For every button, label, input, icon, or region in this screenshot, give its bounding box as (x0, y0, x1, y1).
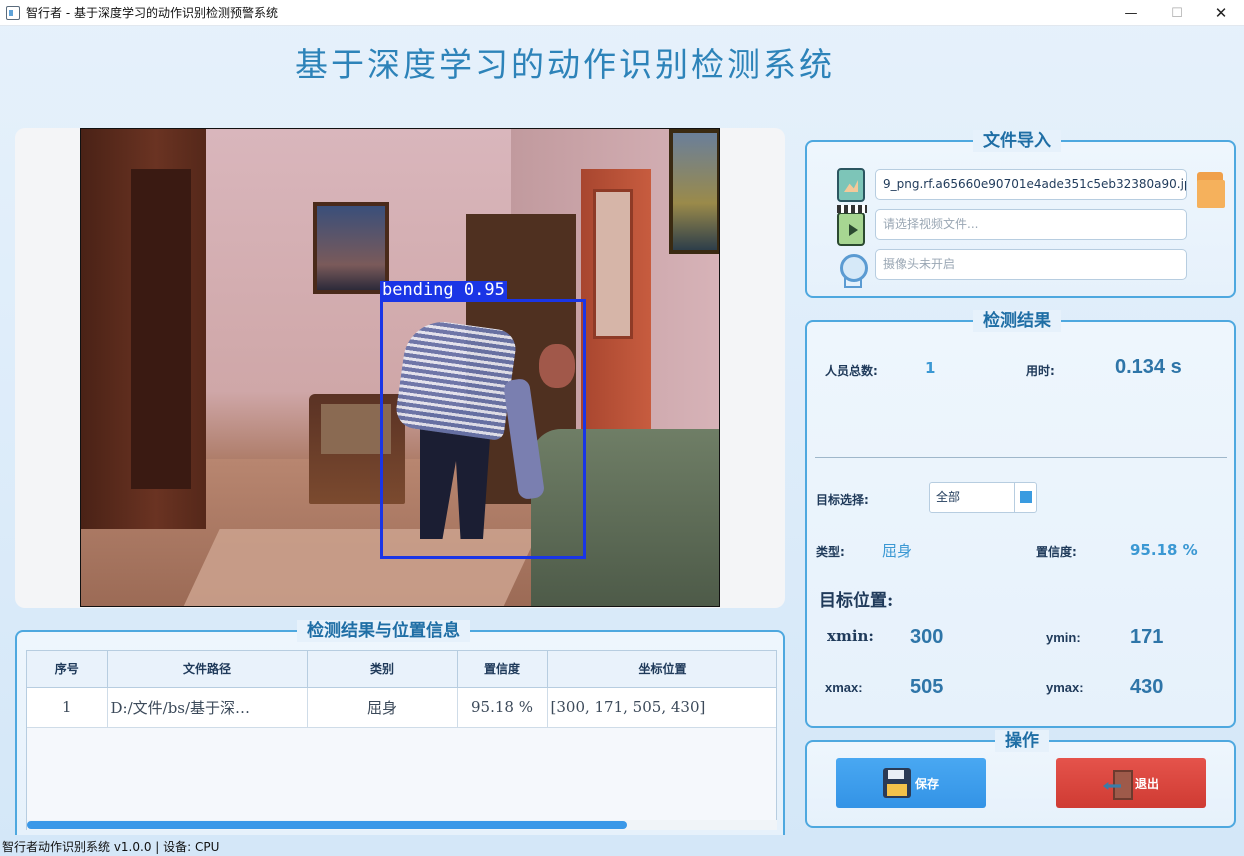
operations-group: 操作 保存 退出 (805, 730, 1236, 828)
bookshelf (81, 129, 206, 529)
total-count-label: 人员总数: (825, 364, 878, 378)
cell-file-path[interactable]: D:/文件/bs/基于深… (107, 687, 308, 728)
save-button[interactable]: 保存 (836, 758, 986, 808)
results-table[interactable]: 序号 文件路径 类别 置信度 坐标位置 1 D:/文件/bs/基于深… 屈身 9… (26, 650, 777, 830)
time-label: 用时: (1026, 364, 1055, 378)
cell-index[interactable]: 1 (27, 687, 108, 728)
maximize-button[interactable]: ☐ (1154, 0, 1200, 26)
detection-results-group: 检测结果 人员总数: 1 用时: 0.134 s 目标选择: 全部 类型: 屈身… (805, 310, 1236, 728)
video-icon[interactable] (837, 205, 867, 246)
confidence-value: 95.18 % (1130, 541, 1198, 559)
exit-button-label: 退出 (1134, 776, 1159, 791)
detection-label: bending 0.95 (380, 280, 507, 300)
type-label: 类型: (816, 545, 845, 559)
time-value: 0.134 s (1115, 356, 1182, 378)
detection-bounding-box (380, 299, 586, 559)
ymax-label: ymax: (1046, 680, 1084, 695)
app-title: 基于深度学习的动作识别检测系统 (295, 45, 835, 84)
xmax-label: xmax: (825, 680, 863, 695)
file-import-group: 文件导入 9_png.rf.a65660e90701e4ade351c5eb32… (805, 130, 1236, 298)
minimize-button[interactable]: — (1108, 0, 1154, 26)
ymin-label: ymin: (1046, 630, 1081, 645)
save-button-label: 保存 (914, 776, 939, 791)
xmin-label: xmin: (827, 627, 874, 645)
window-titlebar: 智行者 - 基于深度学习的动作识别检测预警系统 — ☐ ✕ (0, 0, 1244, 26)
image-path-field[interactable]: 9_png.rf.a65660e90701e4ade351c5eb32380a9… (875, 169, 1187, 200)
camera-status-field[interactable]: 摄像头未开启 (875, 249, 1187, 280)
painting (669, 129, 719, 254)
results-table-group: 检测结果与位置信息 序号 文件路径 类别 置信度 坐标位置 1 D:/文件/bs… (15, 620, 785, 835)
confidence-label: 置信度: (1036, 545, 1077, 559)
ymax-value: 430 (1130, 676, 1164, 698)
divider (815, 457, 1227, 458)
operations-title: 操作 (995, 730, 1049, 752)
cell-class[interactable]: 屈身 (307, 687, 458, 728)
column-header-confidence[interactable]: 置信度 (457, 651, 548, 688)
xmax-value: 505 (910, 676, 944, 698)
type-value: 屈身 (882, 542, 913, 560)
camera-icon[interactable] (837, 254, 868, 288)
table-header-row: 序号 文件路径 类别 置信度 坐标位置 (27, 651, 776, 688)
column-header-coordinates[interactable]: 坐标位置 (547, 651, 776, 688)
exit-button[interactable]: 退出 (1056, 758, 1206, 808)
window-title: 智行者 - 基于深度学习的动作识别检测预警系统 (26, 6, 278, 20)
cell-coordinates[interactable]: [300, 171, 505, 430] (547, 687, 776, 728)
detection-image: bending 0.95 (80, 128, 720, 607)
cell-confidence[interactable]: 95.18 % (457, 687, 548, 728)
results-table-title: 检测结果与位置信息 (297, 620, 470, 642)
dropdown-arrow-icon[interactable] (1014, 483, 1036, 512)
target-select[interactable]: 全部 (929, 482, 1037, 513)
video-path-field[interactable]: 请选择视频文件... (875, 209, 1187, 240)
folder-icon[interactable] (1197, 172, 1225, 208)
horizontal-scrollbar[interactable] (27, 820, 777, 830)
painting (313, 202, 389, 294)
column-header-file-path[interactable]: 文件路径 (107, 651, 308, 688)
total-count-value: 1 (925, 359, 936, 377)
file-import-title: 文件导入 (973, 130, 1061, 152)
image-icon[interactable] (837, 168, 865, 202)
close-button[interactable]: ✕ (1198, 0, 1244, 26)
detection-results-title: 检测结果 (973, 310, 1061, 332)
floppy-disk-icon (882, 768, 911, 798)
target-select-label: 目标选择: (816, 493, 869, 507)
exit-door-icon (1103, 768, 1133, 800)
target-select-value: 全部 (936, 490, 961, 504)
column-header-class[interactable]: 类别 (307, 651, 458, 688)
xmin-value: 300 (910, 626, 944, 648)
app-window-icon (6, 5, 20, 20)
column-header-index[interactable]: 序号 (27, 651, 108, 688)
ymin-value: 171 (1130, 626, 1164, 648)
status-bar: 智行者动作识别系统 v1.0.0 | 设备: CPU (2, 840, 220, 854)
scrollbar-thumb[interactable] (27, 821, 627, 829)
target-position-title: 目标位置: (819, 591, 894, 611)
table-row[interactable]: 1 D:/文件/bs/基于深… 屈身 95.18 % [300, 171, 50… (27, 687, 776, 728)
